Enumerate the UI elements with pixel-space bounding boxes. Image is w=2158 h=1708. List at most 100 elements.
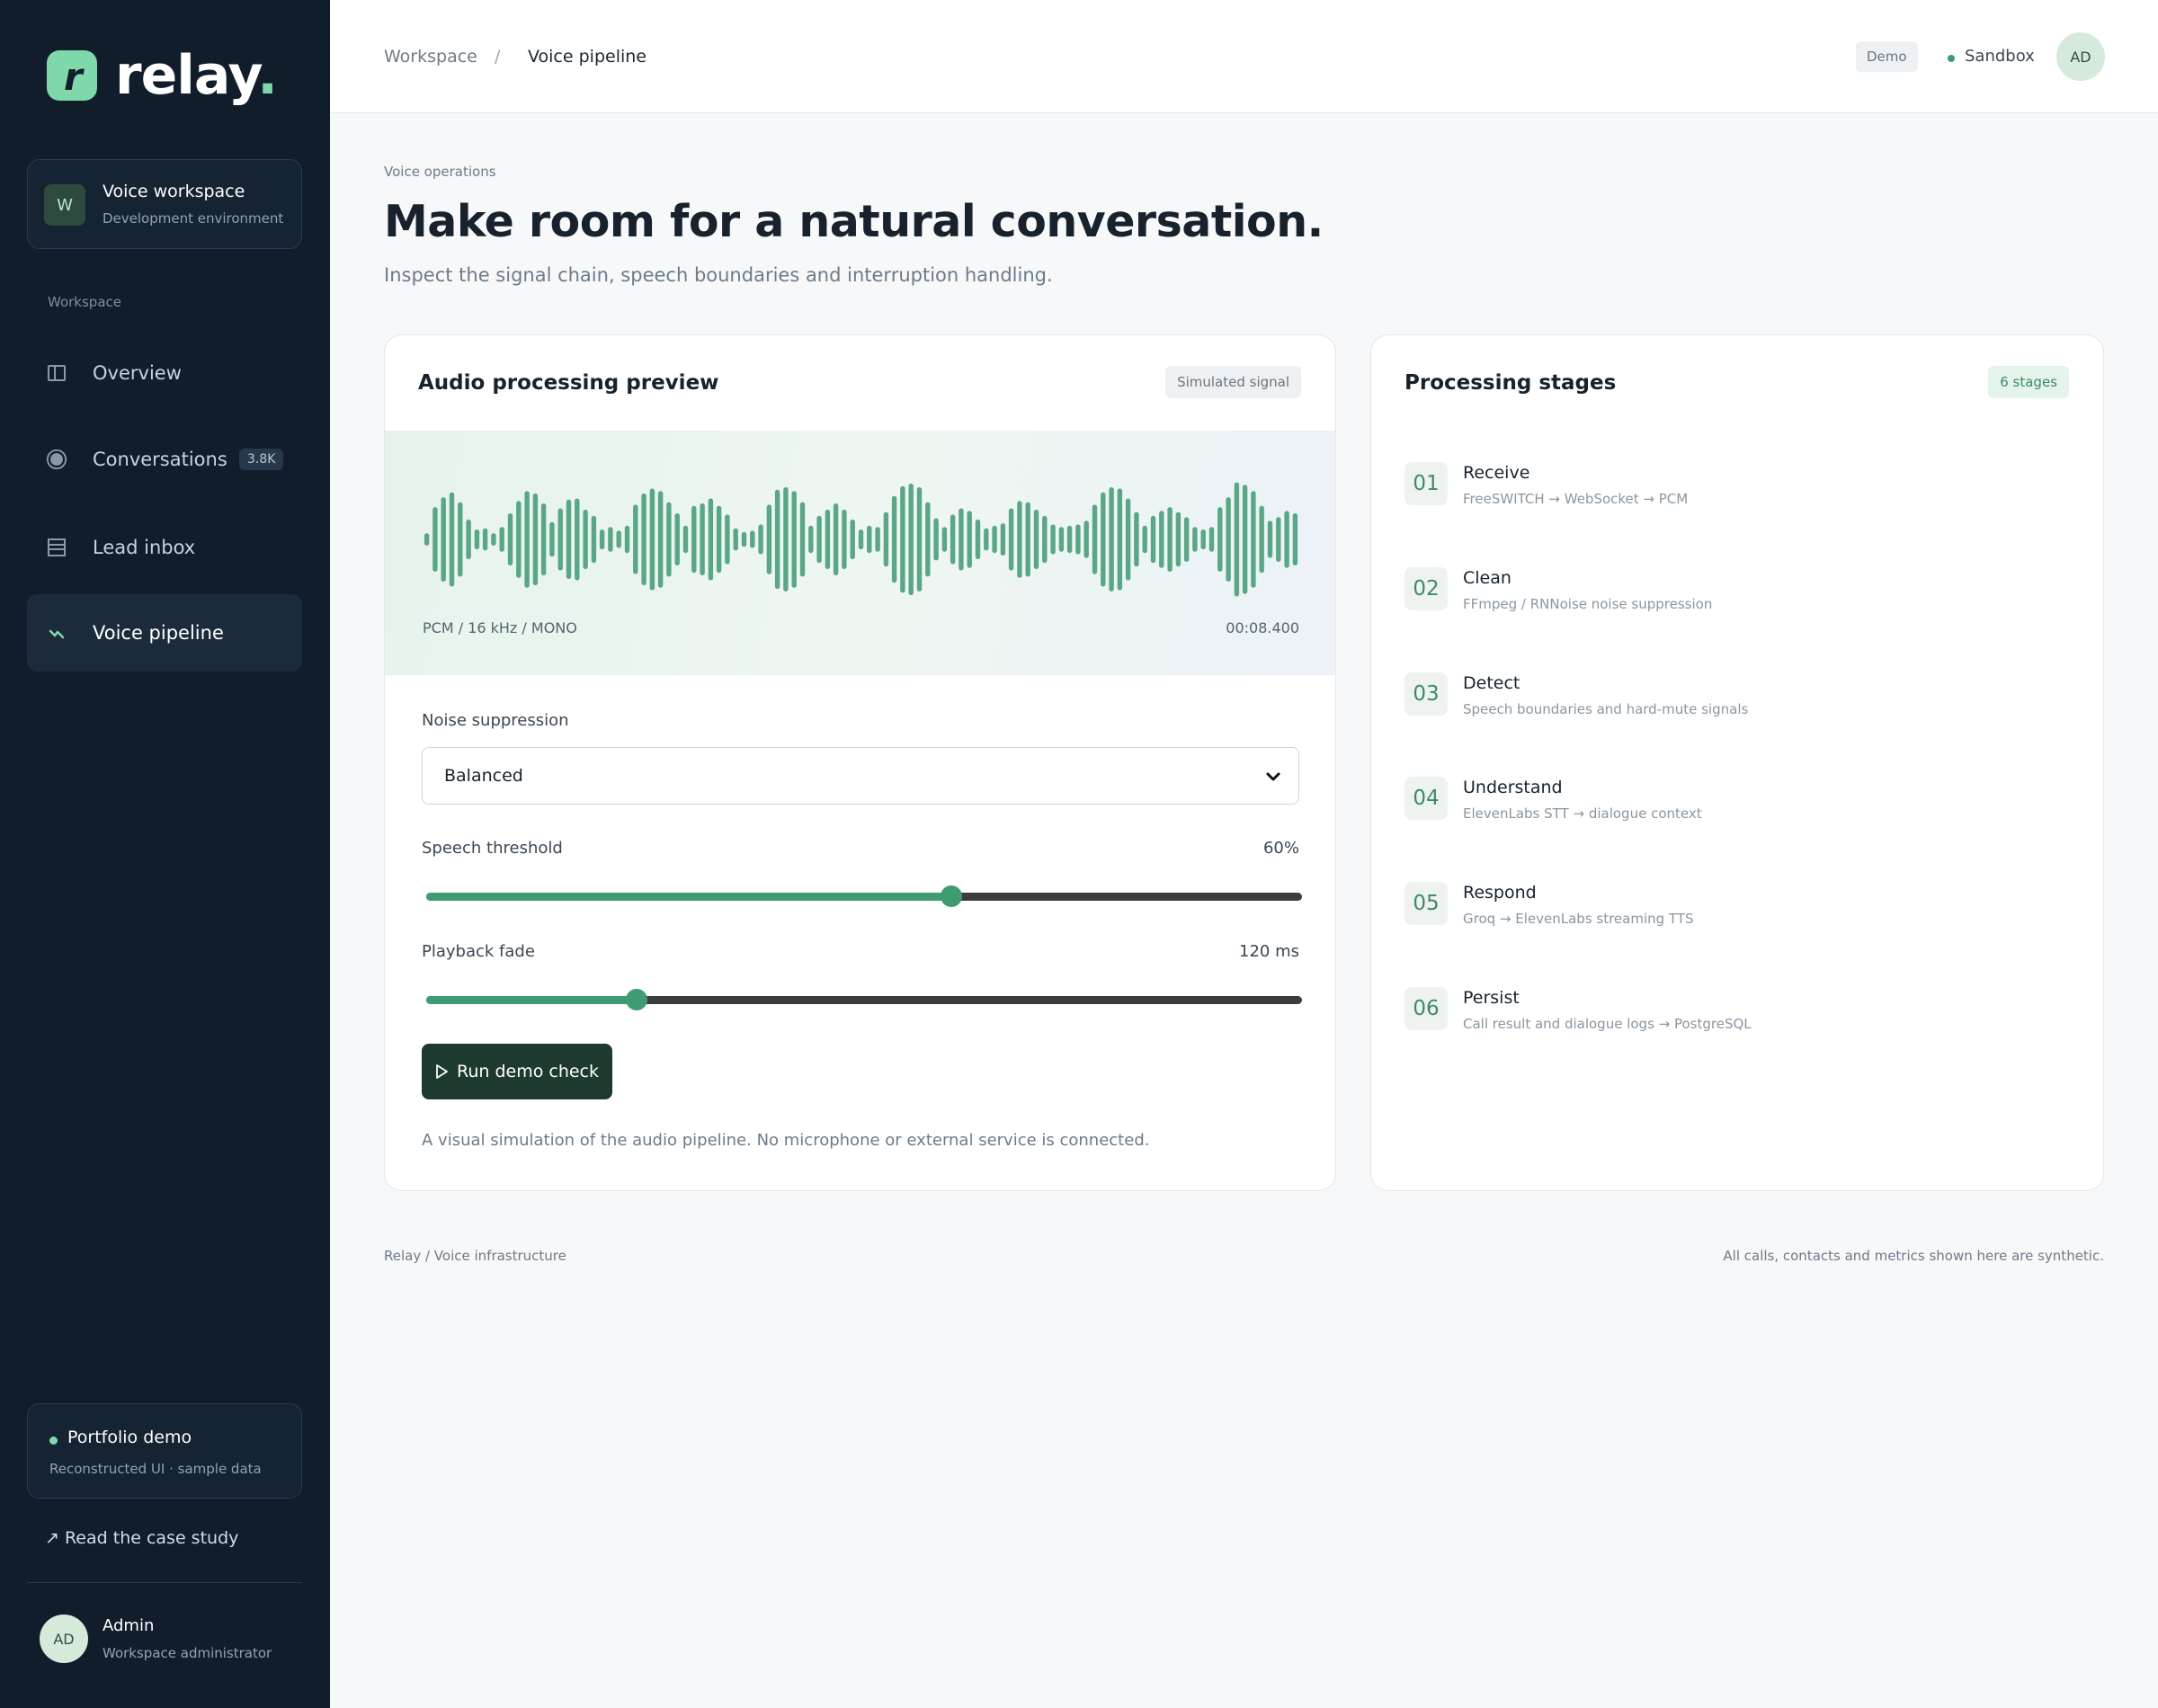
waveform-bar [791,491,797,588]
waveform-bar [975,519,981,560]
workspace-avatar: W [44,184,85,226]
stage-description: Groq → ElevenLabs streaming TTS [1463,911,1694,927]
waveform-bar [1092,504,1098,574]
simulated-signal-badge: Simulated signal [1165,366,1301,398]
sidebar-item-overview[interactable]: Overview [27,334,302,412]
workspace-subtitle: Development environment [103,210,284,227]
waveform-bar [575,498,580,581]
waveform-bar [950,514,956,565]
waveform-bar [1058,527,1065,552]
waveform-bar [1101,492,1106,587]
waveform-bar [1075,524,1081,555]
stage-item: 04 Understand ElevenLabs STT → dialogue … [1404,777,2070,831]
stage-description: Call result and dialogue logs → PostgreS… [1463,1016,1752,1032]
audio-format: PCM / 16 kHz / MONO [423,619,577,636]
waveform-bar [424,533,430,546]
waveform-bar [641,493,647,585]
waveform-bar [1025,502,1030,577]
waveform-bar [1175,512,1182,567]
sidebar-item-lead-inbox[interactable]: Lead inbox [27,509,302,586]
count-badge: 3.8K [239,449,284,470]
brand-logo[interactable]: r relay. [47,44,278,107]
waveform-bar [633,504,638,574]
sidebar-item-label: Lead inbox [93,537,196,558]
stage-name: Detect [1463,673,1520,693]
waveform-bar [883,512,889,567]
waveform-bar [933,518,939,561]
card-title: Processing stages [1404,371,1617,395]
environment-label[interactable]: Sandbox [1965,47,2035,66]
sidebar-item-voice-pipeline[interactable]: Voice pipeline [27,594,302,672]
audio-duration: 00:08.400 [1226,619,1299,636]
topbar: Workspace / Voice pipeline Demo Sandbox … [330,0,2158,113]
simulation-disclaimer: A visual simulation of the audio pipelin… [422,1131,1150,1150]
user-name: Admin [103,1616,155,1635]
noise-suppression-label: Noise suppression [422,711,569,730]
status-dot-icon [1948,55,1955,62]
waveform-bar [1033,509,1039,570]
waveform-bar [1208,527,1215,552]
waveform-bar [1217,507,1223,572]
waveform-bar [741,531,747,547]
waveform [424,482,1298,597]
waveform-bar [1150,515,1156,564]
sidebar-item-label: Overview [93,362,182,384]
waveform-bar [858,529,864,550]
waveform-bar [891,495,897,583]
waveform-bar [850,519,855,560]
waveform-bar [616,530,621,548]
sidebar-item-conversations[interactable]: Conversations 3.8K [27,421,302,498]
stage-name: Respond [1463,883,1537,903]
workspace-title: Voice workspace [103,182,245,201]
waveform-bar [1183,517,1190,562]
waveform-bar [1242,485,1248,594]
waveform-bar [1083,520,1089,558]
user-avatar[interactable]: AD [40,1615,88,1663]
waveform-bar [532,493,539,585]
waveform-bar [875,527,880,552]
stage-description: ElevenLabs STT → dialogue context [1463,805,1702,822]
circle-icon [46,449,67,470]
waveform-bar [624,525,630,554]
waveform-bar [449,492,455,587]
footer-left: Relay / Voice infrastructure [384,1248,566,1264]
list-icon [46,537,67,558]
waveform-bar [1234,482,1240,597]
playback-fade-value: 120 ms [1239,942,1299,961]
brand-name: relay. [115,44,278,107]
speech-threshold-slider[interactable] [426,885,1302,907]
waveform-bar [1142,525,1147,554]
run-demo-check-button[interactable]: Run demo check [422,1044,612,1099]
avatar[interactable]: AD [2056,32,2105,81]
speech-threshold-value: 60% [1262,839,1299,858]
noise-suppression-select[interactable]: Balanced [422,747,1299,805]
workspace-switcher[interactable]: W Voice workspace Development environmen… [27,159,302,249]
case-study-link[interactable]: ↗ Read the case study [45,1528,238,1548]
waveform-bar [599,529,605,550]
stage-name: Persist [1463,988,1520,1008]
breadcrumb-workspace[interactable]: Workspace [384,47,477,67]
stage-number: 01 [1404,462,1448,505]
sidebar: r relay. W Voice workspace Development e… [0,0,330,1708]
playback-fade-slider[interactable] [426,989,1302,1010]
waveform-bar [516,501,522,578]
waveform-bar [908,483,914,596]
waveform-bar [1117,488,1123,591]
relay-logo-icon: r [47,50,97,101]
slider-thumb[interactable] [625,989,647,1010]
waveform-bar [540,503,547,575]
waveform-bar [608,527,613,552]
waveform-bar [549,521,555,557]
waveform-bar [783,487,789,592]
waveform-bar [900,485,905,593]
waveform-bar [967,511,972,568]
waveform-bar [1125,498,1131,581]
stage-item: 01 Receive FreeSWITCH → WebSocket → PCM [1404,462,2070,516]
page-title: Make room for a natural conversation. [384,196,1324,247]
slider-thumb[interactable] [941,885,963,907]
columns-icon [46,362,67,384]
stage-description: Speech boundaries and hard-mute signals [1463,701,1749,717]
waveform-bar [1017,501,1022,578]
sidebar-divider [27,1582,302,1583]
wave-icon [46,622,67,644]
